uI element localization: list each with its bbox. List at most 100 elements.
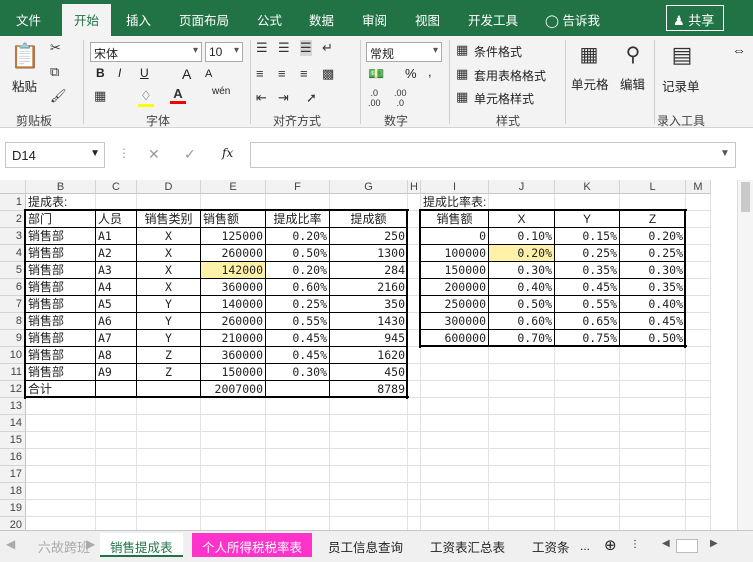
row-header-16[interactable]: 16 — [0, 449, 26, 466]
column-header-i[interactable]: I — [421, 180, 489, 194]
cell[interactable]: A9 — [96, 364, 136, 381]
align-right-icon[interactable]: ≡ — [300, 66, 308, 81]
cell[interactable]: 360000 — [201, 279, 265, 296]
cell[interactable]: 0.45% — [555, 279, 619, 296]
cell[interactable]: 142000 — [201, 262, 265, 279]
add-sheet-icon[interactable]: ⊕ — [604, 536, 617, 554]
row-header-17[interactable]: 17 — [0, 466, 26, 483]
hscroll-thumb[interactable] — [676, 539, 698, 553]
column-heading[interactable]: 部门 — [26, 211, 95, 228]
cell[interactable]: 945 — [330, 330, 407, 347]
wrap-text-icon[interactable]: ↵ — [322, 40, 333, 56]
fill-color-icon[interactable]: ♢ — [138, 88, 154, 107]
scroll-left-icon[interactable]: ◀ — [6, 537, 15, 551]
align-center-icon[interactable]: ≡ — [278, 66, 286, 81]
column-heading[interactable]: 销售额 — [421, 211, 488, 228]
cell[interactable]: 0.25% — [555, 245, 619, 262]
sheet-tab-payroll-summary[interactable]: 工资表汇总表 — [420, 533, 515, 557]
cell[interactable]: 360000 — [201, 347, 265, 364]
name-box[interactable]: D14 ▼ — [5, 142, 105, 168]
scroll-thumb[interactable] — [741, 182, 750, 212]
cell[interactable]: 260000 — [201, 313, 265, 330]
cell[interactable]: 284 — [330, 262, 407, 279]
cell[interactable]: 0.20% — [266, 262, 329, 279]
row-header-5[interactable]: 5 — [0, 262, 26, 279]
vertical-scrollbar[interactable] — [737, 180, 753, 530]
cell[interactable]: Y — [137, 296, 200, 313]
cell[interactable]: 0.25% — [266, 296, 329, 313]
row-header-4[interactable]: 4 — [0, 245, 26, 262]
sheet-tab-sales-commission[interactable]: 销售提成表 — [100, 533, 183, 557]
cell[interactable]: 0.20% — [620, 228, 685, 245]
cell[interactable]: 100000 — [421, 245, 488, 262]
row-header-2[interactable]: 2 — [0, 211, 26, 228]
column-header-e[interactable]: E — [201, 180, 266, 194]
row-header-12[interactable]: 12 — [0, 381, 26, 398]
increase-indent-icon[interactable]: ⇥ — [278, 90, 289, 106]
cell[interactable]: 0.40% — [620, 296, 685, 313]
cell[interactable]: 0.50% — [489, 296, 554, 313]
cell[interactable]: 0.20% — [489, 245, 554, 262]
cell[interactable]: 140000 — [201, 296, 265, 313]
format-as-table-button[interactable]: 套用表格格式 — [474, 67, 546, 84]
tab-view[interactable]: 视图 — [415, 10, 440, 29]
row-header-3[interactable]: 3 — [0, 228, 26, 245]
sheet-tab-tax-rate[interactable]: 个人所得税税率表 — [192, 533, 313, 557]
underline-button[interactable]: U — [140, 66, 149, 80]
tab-home[interactable]: 开始 — [62, 4, 112, 36]
cell[interactable]: 210000 — [201, 330, 265, 347]
decrease-indent-icon[interactable]: ⇤ — [256, 90, 267, 106]
cell[interactable]: 0.45% — [266, 330, 329, 347]
row-header-9[interactable]: 9 — [0, 330, 26, 347]
cell[interactable]: 0.35% — [620, 279, 685, 296]
column-header-g[interactable]: G — [330, 180, 408, 194]
phonetic-button[interactable]: wén — [212, 86, 230, 97]
cell[interactable]: 250000 — [421, 296, 488, 313]
column-header-k[interactable]: K — [555, 180, 620, 194]
column-heading[interactable]: 销售额 — [201, 211, 265, 228]
cell[interactable]: 销售部 — [26, 364, 95, 381]
row-header-19[interactable]: 19 — [0, 500, 26, 517]
cell[interactable]: 销售部 — [26, 330, 95, 347]
align-left-icon[interactable]: ≡ — [256, 66, 264, 81]
cell[interactable]: 2160 — [330, 279, 407, 296]
column-header-d[interactable]: D — [137, 180, 201, 194]
cell[interactable]: 200000 — [421, 279, 488, 296]
shrink-font-button[interactable]: A — [205, 68, 212, 80]
sheet-tab-payslip[interactable]: 工资条 — [522, 533, 580, 557]
cell[interactable]: Y — [137, 330, 200, 347]
align-bottom-icon[interactable]: ☰ — [300, 40, 312, 56]
cell[interactable]: X — [137, 262, 200, 279]
cell[interactable]: X — [137, 245, 200, 262]
row-header-7[interactable]: 7 — [0, 296, 26, 313]
cell[interactable]: 150000 — [421, 262, 488, 279]
tab-formulas[interactable]: 公式 — [257, 10, 282, 29]
percent-button[interactable]: % — [405, 66, 417, 81]
column-heading[interactable]: 提成额 — [330, 211, 407, 228]
row-header-15[interactable]: 15 — [0, 432, 26, 449]
cell[interactable]: A4 — [96, 279, 136, 296]
row-header-6[interactable]: 6 — [0, 279, 26, 296]
expand-formula-icon[interactable]: ▼ — [720, 148, 730, 159]
cell[interactable]: A8 — [96, 347, 136, 364]
cell[interactable]: 0.50% — [266, 245, 329, 262]
hscroll-right-icon[interactable]: ▶ — [710, 538, 718, 549]
cell[interactable]: 150000 — [201, 364, 265, 381]
cell[interactable]: X — [137, 228, 200, 245]
row-header-11[interactable]: 11 — [0, 364, 26, 381]
font-size-combo[interactable]: 10 — [205, 42, 243, 62]
cell[interactable]: 销售部 — [26, 313, 95, 330]
cell-styles-button[interactable]: 单元格样式 — [474, 90, 534, 107]
cell[interactable]: 1620 — [330, 347, 407, 364]
cell[interactable]: 1300 — [330, 245, 407, 262]
cell[interactable]: 250 — [330, 228, 407, 245]
align-middle-icon[interactable]: ☰ — [278, 40, 290, 56]
cell[interactable]: 销售部 — [26, 245, 95, 262]
merge-center-icon[interactable]: ▩ — [322, 66, 334, 82]
cell[interactable]: A2 — [96, 245, 136, 262]
row-header-10[interactable]: 10 — [0, 347, 26, 364]
cells-button[interactable]: 单元格 — [571, 74, 609, 93]
cell[interactable]: 0.65% — [555, 313, 619, 330]
column-heading[interactable]: X — [489, 211, 554, 228]
column-header-j[interactable]: J — [489, 180, 555, 194]
